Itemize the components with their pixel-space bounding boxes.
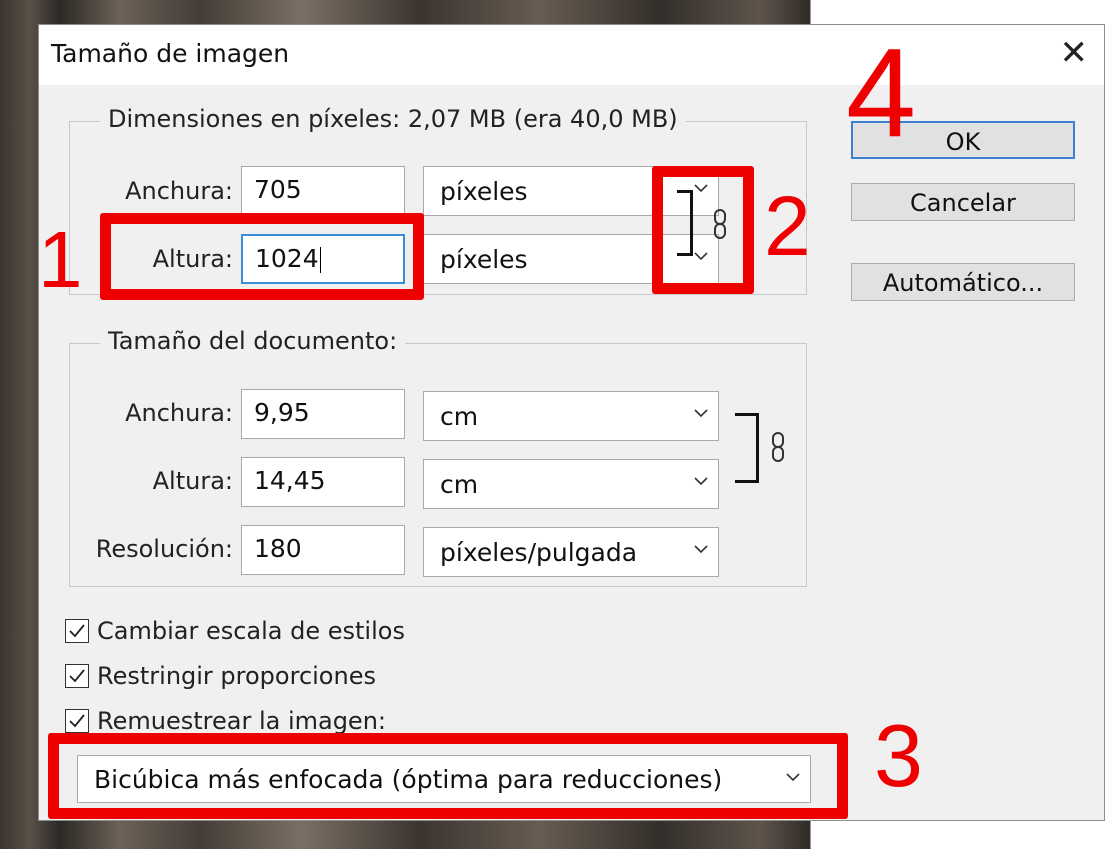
annotation-number-1: 1 <box>38 215 83 304</box>
document-link-bracket <box>735 413 759 483</box>
pixel-width-label: Anchura: <box>125 177 233 205</box>
doc-height-unit-value: cm <box>440 470 479 499</box>
checkmark-icon <box>69 714 85 728</box>
pixel-dimensions-legend: Dimensiones en píxeles: 2,07 MB (era 40,… <box>100 105 686 133</box>
constrain-proportions-label: Restringir proporciones <box>97 662 376 690</box>
close-icon[interactable]: ✕ <box>1060 33 1089 73</box>
constrain-proportions-checkbox[interactable] <box>65 664 89 688</box>
doc-width-unit-value: cm <box>440 402 479 431</box>
pixel-width-unit-value: píxeles <box>440 177 528 206</box>
title-bar: Tamaño de imagen ✕ <box>39 25 1104 85</box>
doc-width-label: Anchura: <box>125 399 233 427</box>
resolution-unit-select[interactable]: píxeles/pulgada <box>423 527 719 577</box>
resample-option[interactable]: Remuestrear la imagen: <box>65 707 386 735</box>
constrain-proportions-option[interactable]: Restringir proporciones <box>65 662 376 690</box>
resample-label: Remuestrear la imagen: <box>97 707 386 735</box>
image-size-dialog: Tamaño de imagen ✕ Dimensiones en píxele… <box>38 24 1105 821</box>
scale-styles-label: Cambiar escala de estilos <box>97 617 405 645</box>
cancel-button[interactable]: Cancelar <box>851 183 1075 221</box>
chevron-down-icon <box>694 409 708 418</box>
checkmark-icon <box>69 624 85 638</box>
doc-height-label: Altura: <box>152 467 233 495</box>
chevron-down-icon <box>694 477 708 486</box>
auto-button[interactable]: Automático... <box>851 263 1075 301</box>
annotation-number-3: 3 <box>874 706 923 805</box>
annotation-box-resample <box>48 733 848 819</box>
doc-width-unit-select[interactable]: cm <box>423 391 719 441</box>
doc-height-input[interactable]: 14,45 <box>241 457 405 507</box>
resolution-unit-value: píxeles/pulgada <box>440 538 638 567</box>
resample-checkbox[interactable] <box>65 709 89 733</box>
annotation-number-4: 4 <box>846 22 917 163</box>
dialog-title: Tamaño de imagen <box>51 39 290 68</box>
annotation-number-2: 2 <box>764 179 811 273</box>
resolution-input[interactable]: 180 <box>241 525 405 575</box>
annotation-box-chain <box>652 166 754 294</box>
doc-width-input[interactable]: 9,95 <box>241 389 405 439</box>
annotation-box-height <box>100 213 424 300</box>
scale-styles-checkbox[interactable] <box>65 619 89 643</box>
resolution-label: Resolución: <box>95 535 233 563</box>
scale-styles-option[interactable]: Cambiar escala de estilos <box>65 617 405 645</box>
chevron-down-icon <box>694 545 708 554</box>
pixel-height-unit-value: píxeles <box>440 245 528 274</box>
chain-link-icon <box>772 432 784 462</box>
pixel-width-input[interactable]: 705 <box>241 166 405 216</box>
doc-height-unit-select[interactable]: cm <box>423 459 719 509</box>
document-size-legend: Tamaño del documento: <box>100 327 406 355</box>
checkmark-icon <box>69 669 85 683</box>
